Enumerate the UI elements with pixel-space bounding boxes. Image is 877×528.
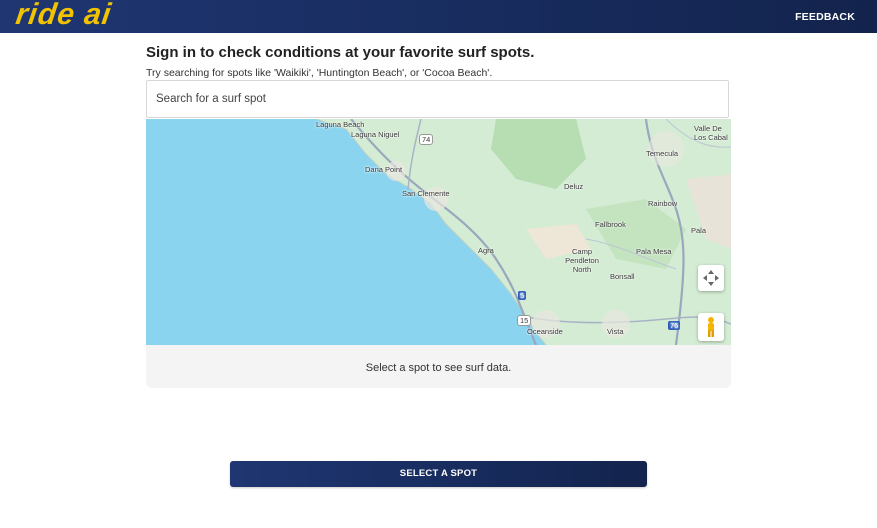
map-label-bonsall: Bonsall [610, 272, 635, 281]
map-label-oceanside: Oceanside [527, 327, 563, 336]
surf-spot-map[interactable]: Laguna Beach Laguna Niguel Dana Point Sa… [146, 119, 731, 345]
surf-data-placeholder-text: Select a spot to see surf data. [365, 362, 512, 374]
map-label-vista: Vista [607, 327, 624, 336]
map-label-agra: Agra [478, 246, 494, 255]
map-label-dana-point: Dana Point [365, 165, 403, 174]
move-arrows-icon [703, 270, 719, 286]
map-label-valle-de-los-caballos: Valle De Los Cabal [694, 124, 728, 142]
map-label-pala-mesa: Pala Mesa [636, 247, 672, 256]
map-label-san-clemente: San Clemente [402, 189, 450, 198]
feedback-link[interactable]: FEEDBACK [795, 11, 855, 23]
map-label-temecula: Temecula [646, 149, 679, 158]
map-label-fallbrook: Fallbrook [595, 220, 626, 229]
select-spot-button[interactable]: SELECT A SPOT [230, 461, 647, 487]
map-label-deluz: Deluz [564, 182, 584, 191]
street-view-pegman[interactable] [698, 313, 724, 341]
map-label-rainbow: Rainbow [648, 199, 678, 208]
map-label-pala: Pala [691, 226, 707, 235]
route-shield-74: 74 [419, 134, 434, 145]
surf-data-panel: Select a spot to see surf data. [146, 345, 731, 388]
map-canvas [146, 119, 731, 345]
map-pan-control[interactable] [698, 265, 724, 291]
map-label-laguna-niguel: Laguna Niguel [351, 130, 400, 139]
route-shield-5: 5 [518, 291, 527, 300]
search-hint: Try searching for spots like 'Waikiki', … [146, 67, 493, 79]
surf-spot-search-input[interactable] [146, 80, 729, 118]
pegman-icon [708, 317, 714, 337]
route-shield-15: 76 [668, 321, 681, 330]
map-label-laguna-beach: Laguna Beach [316, 120, 365, 129]
ride-ai-logo[interactable]: ride ai [14, 0, 114, 32]
map-label-camp-pendleton-north: Camp Pendleton North [565, 247, 599, 274]
top-navbar: ride ai FEEDBACK [0, 0, 877, 33]
page-headline: Sign in to check conditions at your favo… [146, 44, 535, 61]
route-shield-76: 15 [517, 315, 532, 326]
